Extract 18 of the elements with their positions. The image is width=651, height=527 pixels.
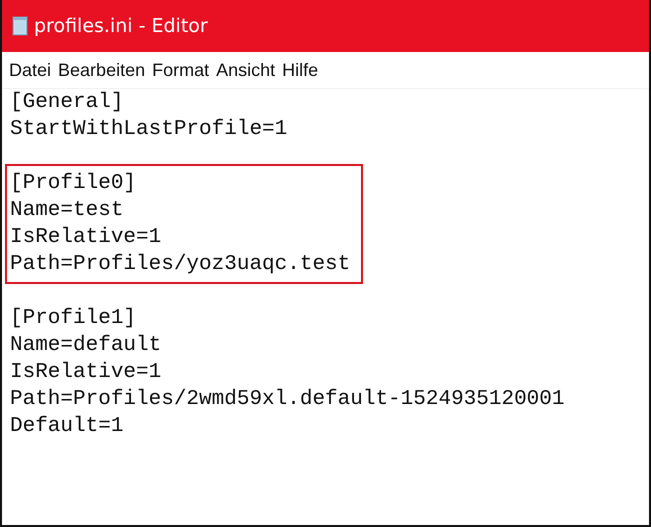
text-line: [Profile1] xyxy=(10,306,138,332)
menu-item[interactable]: Format xyxy=(152,60,210,80)
menu-item[interactable]: Hilfe xyxy=(282,60,318,80)
menu-item[interactable]: Ansicht xyxy=(216,60,276,80)
menu-item[interactable]: Datei xyxy=(9,60,52,80)
text-line: IsRelative=1 xyxy=(10,225,162,251)
window-title: profiles.ini - Editor xyxy=(34,15,208,37)
text-line: Name=default xyxy=(10,333,162,359)
notepad-icon xyxy=(12,16,28,36)
text-line: [General] xyxy=(10,90,124,116)
text-line: Default=1 xyxy=(10,414,124,440)
text-line: StartWithLastProfile=1 xyxy=(10,117,288,143)
menu-item[interactable]: Bearbeiten xyxy=(58,60,146,80)
text-line: IsRelative=1 xyxy=(10,360,162,386)
text-line: Path=Profiles/2wmd59xl.default-1524935120001 xyxy=(10,387,564,413)
text-line: Path=Profiles/yoz3uaqc.test xyxy=(10,252,350,278)
text-line: [Profile0] xyxy=(10,171,138,197)
text-line: Name=test xyxy=(10,198,124,224)
